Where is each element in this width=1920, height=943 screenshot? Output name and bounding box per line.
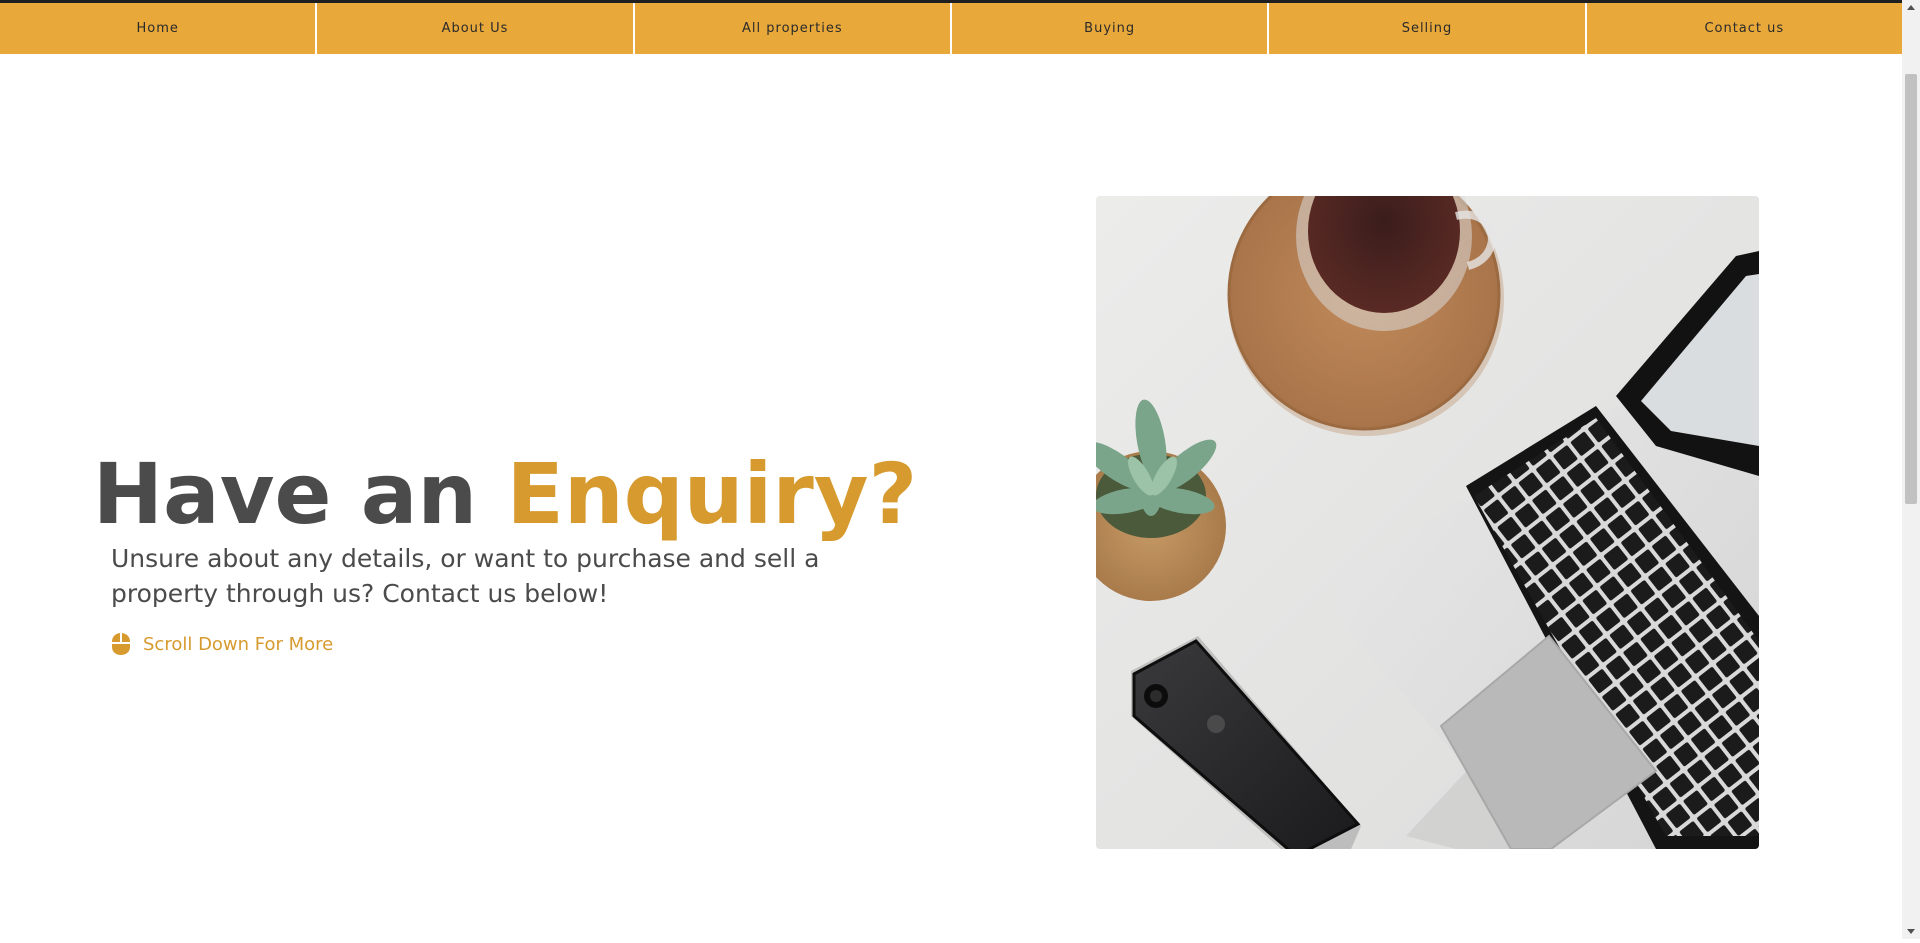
page-scrollbar[interactable] xyxy=(1902,0,1920,939)
mouse-icon xyxy=(111,632,131,656)
scroll-down-label: Scroll Down For More xyxy=(143,633,334,655)
hero-title-plain: Have an xyxy=(92,445,507,544)
hero-photo xyxy=(1096,196,1759,849)
nav-item-home[interactable]: Home xyxy=(0,3,318,54)
scroll-down-link[interactable]: Scroll Down For More xyxy=(111,632,333,656)
nav-item-about-us[interactable]: About Us xyxy=(317,3,635,54)
scrollbar-thumb[interactable] xyxy=(1905,74,1917,504)
nav-item-contact-us[interactable]: Contact us xyxy=(1587,3,1902,54)
hero-title-accent: Enquiry? xyxy=(506,445,918,544)
hero-title: Have an Enquiry? xyxy=(40,444,970,544)
scroll-up-arrow-icon[interactable] xyxy=(1902,0,1920,16)
main-navigation: Home About Us All properties Buying Sell… xyxy=(0,3,1902,54)
hero-description: Unsure about any details, or want to pur… xyxy=(111,544,820,608)
nav-item-buying[interactable]: Buying xyxy=(952,3,1270,54)
nav-item-selling[interactable]: Selling xyxy=(1269,3,1587,54)
scroll-down-arrow-icon[interactable] xyxy=(1902,923,1920,939)
nav-item-all-properties[interactable]: All properties xyxy=(635,3,952,54)
